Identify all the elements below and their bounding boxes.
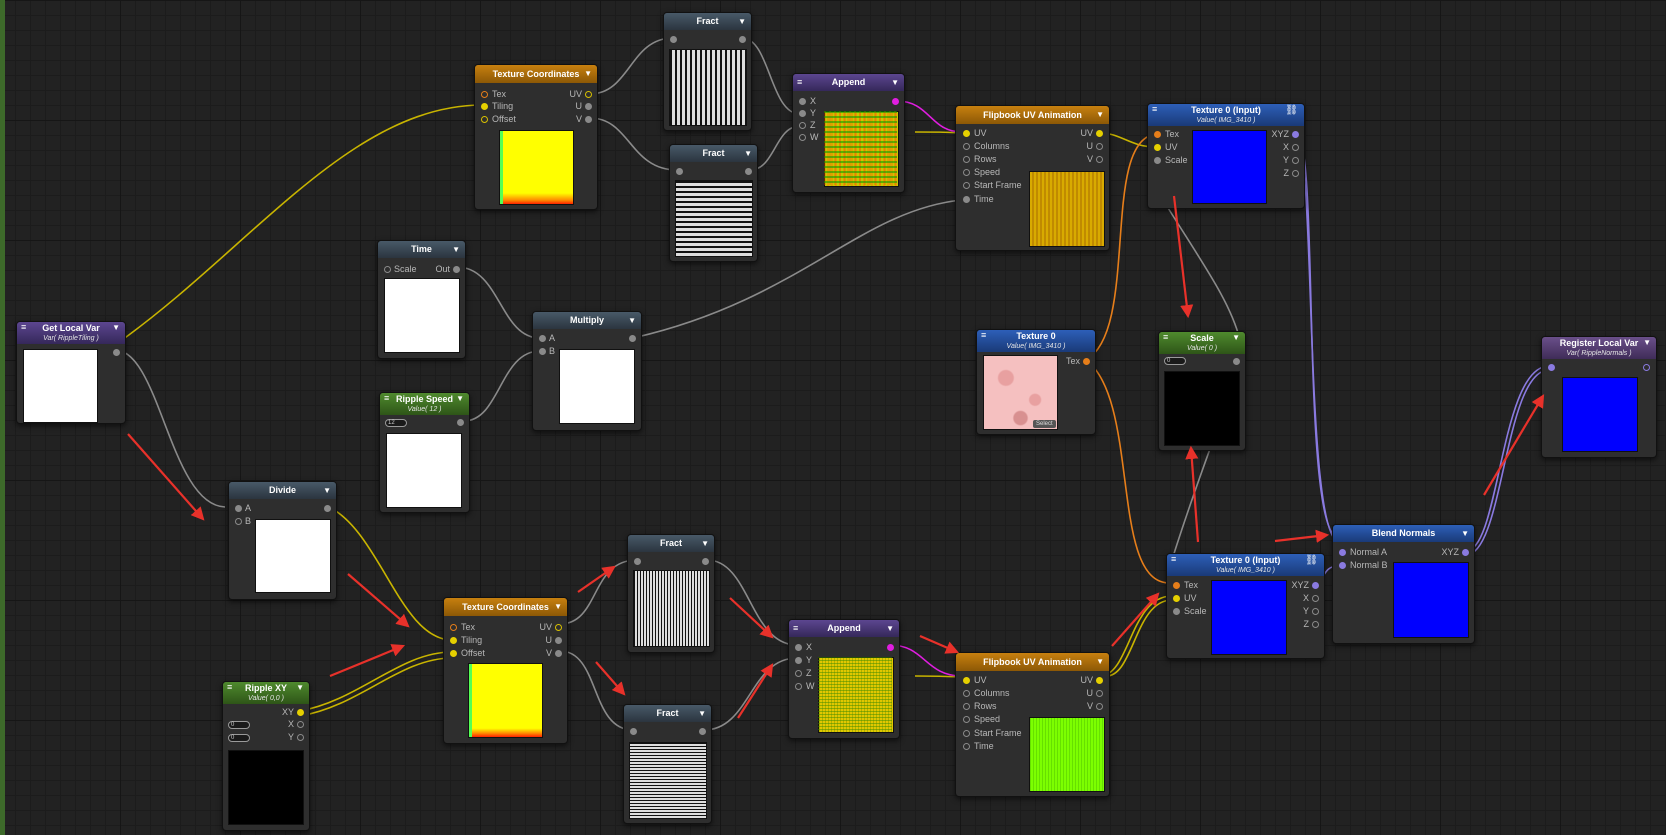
annotation-arrow bbox=[729, 597, 774, 639]
annotation-arrow bbox=[1172, 195, 1194, 319]
annotation-arrows bbox=[127, 195, 1545, 719]
annotation-arrow bbox=[329, 644, 406, 678]
annotation-arrow bbox=[919, 634, 960, 654]
annotation-arrow bbox=[347, 573, 410, 628]
annotation-arrow bbox=[1111, 592, 1160, 647]
annotation-arrow bbox=[1185, 445, 1200, 543]
annotation-arrow bbox=[577, 565, 616, 593]
annotation-arrow bbox=[1274, 529, 1330, 543]
annotation-arrow bbox=[127, 433, 205, 521]
annotation-arrow bbox=[737, 663, 774, 719]
annotation-arrow bbox=[595, 661, 626, 696]
annotation-arrow bbox=[1483, 394, 1545, 496]
